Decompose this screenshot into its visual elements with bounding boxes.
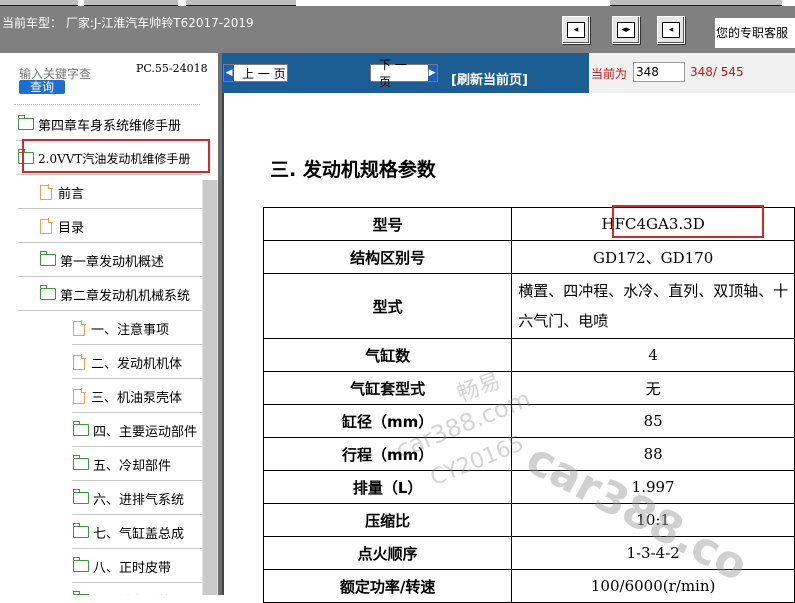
scrollbar-thumb[interactable] <box>203 180 217 595</box>
tree-item-label: 第一章发动机概述 <box>60 254 165 270</box>
spec-label: 型式 <box>262 273 513 339</box>
next-page-link[interactable]: 下 一 页 ▶ <box>370 58 438 89</box>
tree-item[interactable]: 九、链条系统 <box>73 583 202 595</box>
spec-label: 型号 <box>262 207 513 241</box>
spec-label: 额定功率/转速 <box>262 569 513 603</box>
document-icon <box>40 217 53 234</box>
next-page-icon: ◂ <box>662 22 680 38</box>
document-view: 三. 发动机规格参数 型号 HFC4GA3.3D 结构区别号 GD172、GD170 型… <box>222 93 795 603</box>
folder-icon <box>73 523 89 538</box>
manual-tree: 第四章车身系统维修手册 2.0VVT汽油发动机维修手册 前言 目录 第一章发动机概述 第二… <box>0 107 202 595</box>
folder-icon <box>73 489 89 504</box>
tree-item[interactable]: 二、发动机机体 <box>72 345 202 379</box>
tree-item-label: 七、气缸盖总成 <box>93 526 185 542</box>
next-page-label: 下 一 页 <box>379 58 407 89</box>
spec-row: 气缸数 4 <box>262 338 795 372</box>
tree-item-label: 第四章车身系统维修手册 <box>38 118 182 134</box>
page-navigation-bar: ◀ 上 一 页 下 一 页 ▶ [刷新当前页] <box>222 53 589 93</box>
left-navigation-pane: 输入关键字查 查询 PC.55-24018 第四章车身系统维修手册 2.0VVT汽… <box>0 53 218 595</box>
spec-row: 型式 横置、四冲程、水冷、直列、双顶轴、十六气门、电喷 <box>262 273 795 339</box>
current-car-type: 当前车型： 厂家:J-江淮汽车帅铃T62017-2019 <box>2 16 254 30</box>
page-count: 348/ 545 <box>690 65 744 79</box>
document-icon <box>73 353 86 370</box>
play-pause-button[interactable]: ◂▸ <box>612 16 640 44</box>
prev-page-icon: ◂ <box>567 22 585 38</box>
spec-value: 85 <box>511 404 795 438</box>
prev-page-label: 上 一 页 <box>242 66 286 81</box>
spec-value: 无 <box>511 371 795 405</box>
page-border <box>222 93 224 595</box>
tree-item[interactable]: 前言 <box>18 175 202 209</box>
tree-item[interactable]: 六、进排气系统 <box>72 481 202 515</box>
tree-item[interactable]: 一、注意事项 <box>72 311 202 345</box>
divider <box>14 104 200 105</box>
prev-page-link[interactable]: ◀ 上 一 页 <box>223 64 288 82</box>
current-page-label: 当前为 <box>591 67 628 81</box>
next-page-button[interactable]: ◂ <box>657 16 685 44</box>
spec-label: 气缸数 <box>262 338 513 372</box>
tree-item[interactable]: 第四章车身系统维修手册 <box>16 107 202 141</box>
page-number-input[interactable] <box>633 62 685 82</box>
spec-value: 横置、四冲程、水冷、直列、双顶轴、十六气门、电喷 <box>511 273 795 339</box>
tree-item[interactable]: 第一章发动机概述 <box>18 243 202 277</box>
tree-item-label: 二、发动机机体 <box>91 356 183 372</box>
tree-item-label: 目录 <box>58 220 85 236</box>
tree-item-label: 前言 <box>58 186 85 202</box>
arrow-right-icon: ▶ <box>427 65 437 81</box>
query-button[interactable]: 查询 <box>19 80 65 94</box>
model-highlight-box <box>612 205 764 238</box>
folder-icon <box>73 455 89 470</box>
spec-row: 结构区别号 GD172、GD170 <box>262 240 795 274</box>
selection-highlight-box <box>22 139 210 173</box>
arrow-left-icon: ◀ <box>224 65 234 81</box>
tree-item-label: 第二章发动机机械系统 <box>60 288 191 304</box>
tree-item[interactable]: 七、气缸盖总成 <box>72 515 202 549</box>
spec-label: 压缩比 <box>262 503 513 537</box>
page-indicator-bar: 当前为 348/ 545 <box>589 53 795 93</box>
refresh-page-link[interactable]: [刷新当前页] <box>451 69 528 88</box>
tree-item-label: 五、冷却部件 <box>93 458 172 474</box>
folder-icon <box>73 421 89 436</box>
spec-label: 结构区别号 <box>262 240 513 274</box>
tree-item-label: 六、进排气系统 <box>93 492 185 508</box>
tree-item[interactable]: 八、正时皮带 <box>72 549 202 583</box>
tree-item-label: 八、正时皮带 <box>93 560 172 576</box>
tree-item[interactable]: 四、主要运动部件 <box>72 413 202 447</box>
tree-item[interactable]: 五、冷却部件 <box>72 447 202 481</box>
tree-item-label: 一、注意事项 <box>91 322 170 338</box>
app-header: 当前车型： 厂家:J-江淮汽车帅铃T62017-2019 ◂ ◂▸ ◂ 您的专职… <box>0 6 795 53</box>
spec-value: 4 <box>511 338 795 372</box>
tree-item[interactable]: 第二章发动机机械系统 <box>18 277 202 311</box>
spec-label: 点火顺序 <box>262 536 513 570</box>
tree-item[interactable]: 三、机油泵壳体 <box>72 379 202 413</box>
play-pause-icon: ◂▸ <box>617 22 635 38</box>
spec-value: 100/6000(r/min) <box>511 569 795 603</box>
tree-item-label: 三、机油泵壳体 <box>91 390 183 406</box>
tree-item-label: 四、主要运动部件 <box>93 424 198 440</box>
spec-value: GD172、GD170 <box>511 240 795 274</box>
document-icon <box>73 319 86 336</box>
folder-icon <box>40 285 56 300</box>
catalog-number: PC.55-24018 <box>136 62 208 75</box>
tree-item-label: 九、链条系统 <box>93 591 171 596</box>
prev-page-button[interactable]: ◂ <box>562 16 590 44</box>
document-icon <box>40 183 53 200</box>
tree-item[interactable]: 目录 <box>18 209 202 243</box>
customer-service-link[interactable]: 您的专职客服 <box>715 18 795 48</box>
document-icon <box>73 387 86 404</box>
folder-icon <box>73 557 89 572</box>
folder-icon <box>40 251 56 266</box>
section-title: 三. 发动机规格参数 <box>270 159 436 181</box>
folder-icon <box>18 115 34 130</box>
